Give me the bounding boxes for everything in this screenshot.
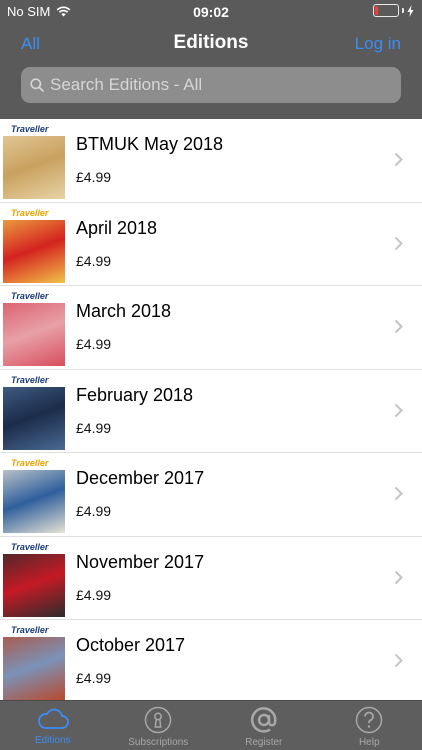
header-area: No SIM 09:02 All Editions Log in [0,0,422,119]
edition-row[interactable]: Traveller BTMUK May 2018 £4.99 [0,119,422,203]
edition-row[interactable]: Traveller December 2017 £4.99 [0,453,422,537]
edition-row[interactable]: Traveller March 2018 £4.99 [0,286,422,370]
chevron-right-icon [394,152,403,167]
edition-title: December 2017 [76,468,205,488]
edition-row[interactable]: Traveller October 2017 £4.99 [0,620,422,700]
navigation-bar: All Editions Log in [0,26,422,62]
edition-cover-image: Traveller [3,205,65,283]
edition-title: February 2018 [76,384,194,405]
question-icon [356,706,383,734]
search-bar[interactable] [21,67,401,103]
search-input[interactable] [50,75,380,95]
cover-masthead: Traveller [11,458,49,468]
edition-title: March 2018 [76,301,172,321]
edition-price: £4.99 [76,336,112,352]
tab-label: Editions [34,735,71,746]
at-sign-icon [250,707,277,733]
edition-price: £4.99 [76,586,112,603]
tab-register[interactable]: Register [211,701,317,750]
tab-bar: Editions Subscriptions Register Help [0,700,422,750]
edition-cover-image: Traveller [3,289,65,366]
edition-row[interactable]: Traveller February 2018 £4.99 [0,370,422,453]
edition-row[interactable]: Traveller April 2018 £4.99 [0,203,422,286]
search-icon [30,78,44,92]
edition-title: November 2017 [76,551,205,572]
chevron-right-icon [394,486,403,501]
keyhole-icon [145,706,172,734]
cover-masthead: Traveller [11,541,49,552]
chevron-right-icon [394,570,403,584]
cover-masthead: Traveller [11,207,49,218]
cover-masthead: Traveller [11,625,49,635]
edition-cover-image: Traveller [3,122,65,199]
tab-label: Subscriptions [128,737,189,748]
tab-label: Help [358,737,380,748]
chevron-right-icon [394,653,403,668]
cover-masthead: Traveller [11,124,49,134]
battery-icon [373,4,399,17]
log-in-button[interactable]: Log in [355,34,401,54]
chevron-right-icon [394,236,403,250]
edition-price: £4.99 [76,503,112,519]
editions-list: Traveller BTMUK May 2018 £4.99 Traveller… [0,119,422,700]
chevron-right-icon [394,319,403,334]
edition-cover-image: Traveller [3,372,65,450]
edition-cover-image: Traveller [3,539,65,617]
edition-price: £4.99 [76,252,112,269]
edition-title: BTMUK May 2018 [76,134,224,154]
cloud-icon [37,708,69,729]
status-bar: No SIM 09:02 [0,0,422,24]
tab-subscriptions[interactable]: Subscriptions [106,701,212,750]
edition-title: April 2018 [76,217,158,238]
battery-indicator [373,4,414,17]
tab-editions[interactable]: Editions [0,701,106,750]
edition-price: £4.99 [76,670,112,686]
edition-price: £4.99 [76,419,112,436]
edition-cover-image: Traveller [3,623,65,700]
tab-help[interactable]: Help [317,701,422,750]
edition-title: October 2017 [76,635,186,655]
chevron-right-icon [394,403,403,417]
tab-label: Register [245,737,283,748]
cover-masthead: Traveller [11,374,49,385]
charging-bolt-icon [407,4,414,17]
cover-masthead: Traveller [11,291,49,301]
edition-cover-image: Traveller [3,456,65,533]
clock: 09:02 [193,4,229,20]
edition-row[interactable]: Traveller November 2017 £4.99 [0,537,422,620]
edition-price: £4.99 [76,169,112,185]
